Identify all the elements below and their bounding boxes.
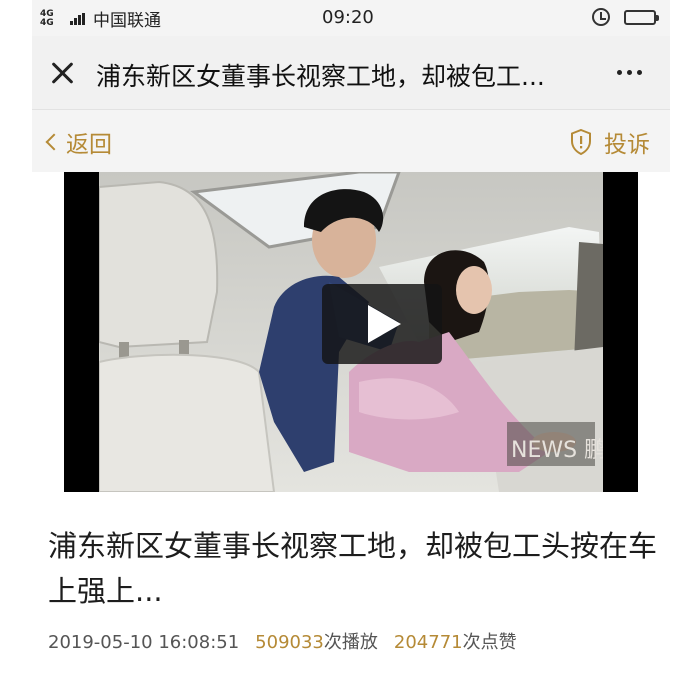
video-watermark: NEWS 鹏翔奇葩 [511,438,603,463]
publish-date: 2019-05-10 16:08:51 [48,632,240,653]
battery-icon [624,9,659,25]
report-button[interactable]: 投诉 [570,125,650,159]
play-icon [368,305,401,343]
like-count: 204771 [393,632,463,653]
article-headline[interactable]: 浦东新区女董事长视察工地，却被包工头按在车上强上... [48,524,658,614]
status-right [592,8,659,26]
status-left: 4G 4G 中国联通 [40,6,161,31]
close-icon[interactable] [48,58,78,88]
nav-bar: 返回 投诉 [32,110,670,172]
play-count-unit: 次播放 [323,632,378,653]
title-bar: 浦东新区女董事长视察工地，却被包工... [32,36,670,110]
alarm-icon [592,8,610,26]
phone-screen: 4G 4G 中国联通 09:20 浦东新区女董事长视察工地，却被包工... 返回 [32,0,670,680]
back-label: 返回 [66,132,112,158]
article-meta: 2019-05-10 16:08:51 509033 次播放 204771 次点… [48,628,517,654]
play-count: 509033 [255,632,324,653]
carrier-name: 中国联通 [93,11,161,31]
play-button[interactable] [322,284,442,364]
status-clock: 09:20 [322,7,374,28]
back-button[interactable]: 返回 [44,125,112,159]
video-player[interactable]: NEWS 鹏翔奇葩 [64,172,638,492]
signal-icon [70,12,85,25]
network-type: 4G 4G [40,8,54,28]
page-title: 浦东新区女董事长视察工地，却被包工... [96,62,545,91]
chevron-left-icon [45,133,63,151]
screen-frame-left [0,0,32,680]
shield-icon [571,129,591,155]
more-icon[interactable] [617,70,642,75]
article-card: NEWS 鹏翔奇葩 浦东新区女董事长视察工地，却被包工头按在车上强上... 20… [32,172,670,680]
report-label: 投诉 [604,132,650,158]
like-count-unit: 次点赞 [462,632,517,653]
status-bar: 4G 4G 中国联通 09:20 [32,0,670,36]
